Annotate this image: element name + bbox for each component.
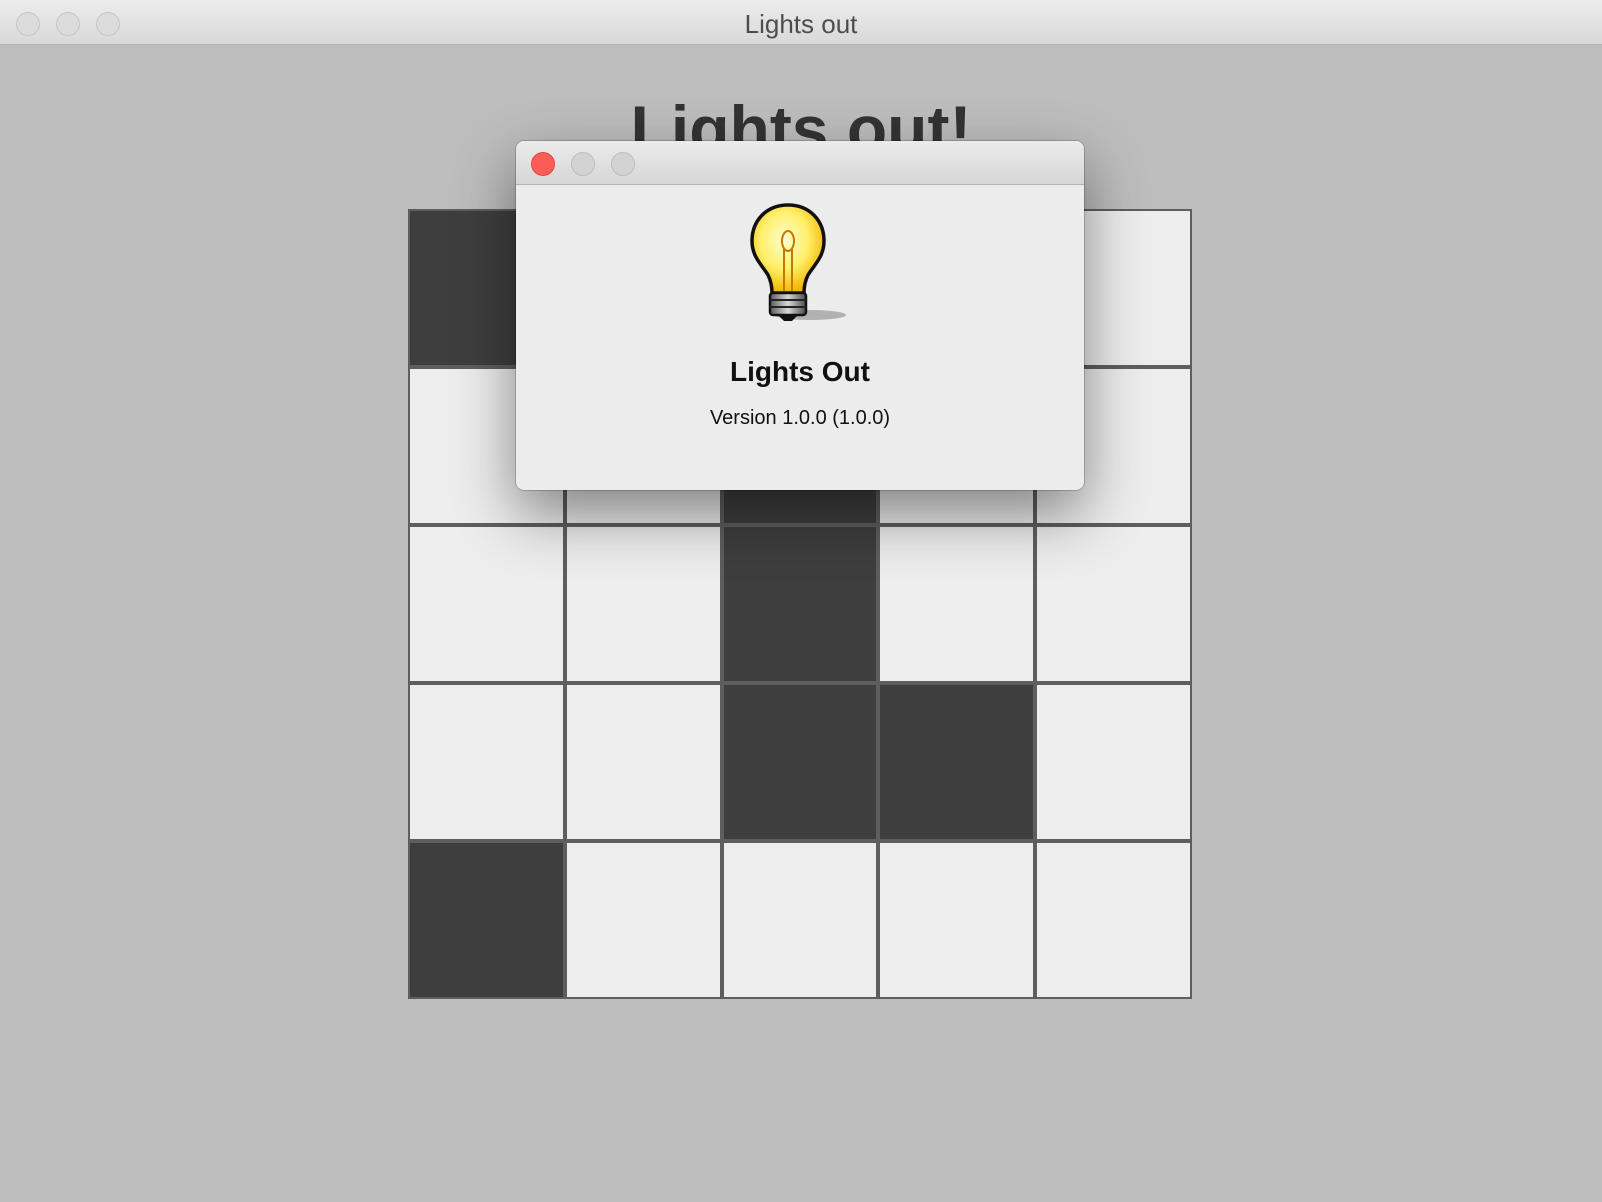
board-cell-r5-c3[interactable] — [723, 843, 877, 997]
about-minimize-button — [571, 152, 595, 176]
about-app-name: Lights Out — [730, 356, 870, 387]
board-cell-r4-c3[interactable] — [723, 685, 877, 839]
board-cell-r5-c2[interactable] — [566, 843, 720, 997]
board-cell-r4-c2[interactable] — [566, 685, 720, 839]
about-version: Version 1.0.0 (1.0.0) — [709, 407, 891, 429]
main-window: Lights out Lights out! Lights Out Versio… — [0, 0, 1602, 1202]
about-close-button[interactable] — [531, 152, 555, 176]
board-cell-r5-c5[interactable] — [1037, 843, 1190, 997]
about-zoom-button — [611, 152, 635, 176]
board-cell-r4-c5[interactable] — [1037, 685, 1190, 839]
about-dialog: Lights Out Version 1.0.0 (1.0.0) — [516, 141, 1084, 490]
window-titlebar[interactable]: Lights out — [0, 0, 1602, 45]
board-cell-r3-c4[interactable] — [880, 527, 1034, 681]
board-cell-r3-c5[interactable] — [1037, 527, 1190, 681]
window-title: Lights out — [744, 9, 858, 39]
board-cell-r3-c3[interactable] — [723, 527, 877, 681]
board-cell-r3-c1[interactable] — [410, 527, 563, 681]
board-cell-r3-c2[interactable] — [566, 527, 720, 681]
board-cell-r4-c4[interactable] — [880, 685, 1034, 839]
board-cell-r4-c1[interactable] — [410, 685, 563, 839]
about-titlebar[interactable] — [516, 141, 1084, 185]
lightbulb-icon — [750, 203, 846, 321]
board-cell-r5-c1[interactable] — [410, 843, 563, 997]
board-cell-r5-c4[interactable] — [880, 843, 1034, 997]
